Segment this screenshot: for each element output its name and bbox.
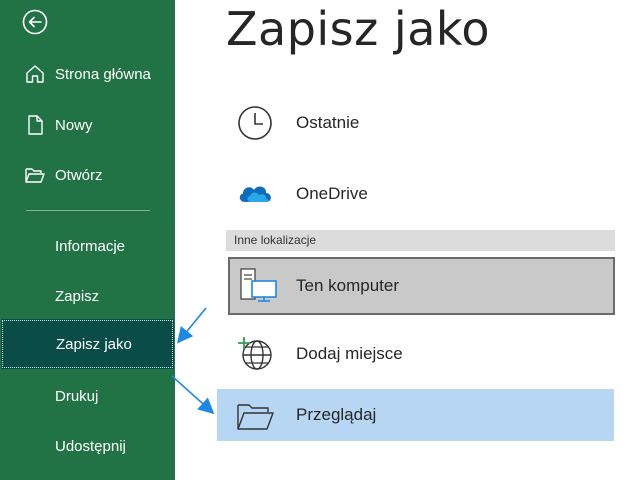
location-recent[interactable]: Ostatnie: [217, 95, 614, 151]
back-arrow-icon[interactable]: [22, 9, 48, 35]
nav-new[interactable]: Nowy: [0, 105, 175, 145]
other-locations-header: Inne lokalizacje: [226, 230, 615, 251]
location-browse[interactable]: Przeglądaj: [217, 389, 614, 441]
nav-save-as[interactable]: Zapisz jako: [1, 319, 174, 369]
nav-share-label: Udostępnij: [55, 437, 126, 455]
nav-share[interactable]: Udostępnij: [0, 426, 175, 466]
backstage-sidebar: Strona główna Nowy Otwórz Informacje Zap…: [0, 0, 175, 480]
page-title: Zapisz jako: [226, 2, 491, 56]
onedrive-cloud-icon: [235, 176, 275, 212]
location-onedrive[interactable]: OneDrive: [217, 166, 614, 222]
nav-save-label: Zapisz: [55, 287, 100, 305]
home-icon: [24, 63, 46, 85]
arrow-to-save-as: [176, 307, 207, 344]
location-onedrive-label: OneDrive: [296, 184, 368, 203]
nav-info-label: Informacje: [55, 237, 126, 255]
clock-icon: [235, 105, 275, 141]
nav-info[interactable]: Informacje: [0, 226, 175, 266]
nav-new-label: Nowy: [55, 116, 93, 134]
arrow-to-browse: [171, 375, 215, 415]
nav-save[interactable]: Zapisz: [0, 276, 175, 316]
computer-icon: [238, 267, 278, 303]
nav-home[interactable]: Strona główna: [0, 54, 175, 94]
add-place-globe-icon: [235, 336, 275, 372]
location-this-pc[interactable]: Ten komputer: [228, 257, 615, 315]
sidebar-divider: [26, 210, 150, 211]
nav-save-as-label: Zapisz jako: [56, 335, 132, 353]
location-this-pc-label: Ten komputer: [296, 276, 399, 295]
nav-home-label: Strona główna: [55, 65, 151, 83]
location-add-place-label: Dodaj miejsce: [296, 344, 403, 363]
location-recent-label: Ostatnie: [296, 113, 360, 132]
open-folder-icon: [24, 164, 46, 186]
nav-print-label: Drukuj: [55, 387, 99, 405]
new-document-icon: [24, 114, 46, 136]
location-add-place[interactable]: Dodaj miejsce: [217, 326, 614, 382]
nav-print[interactable]: Drukuj: [0, 376, 175, 416]
nav-open-label: Otwórz: [55, 166, 103, 184]
nav-open[interactable]: Otwórz: [0, 155, 175, 195]
browse-folder-icon: [235, 399, 275, 435]
location-browse-label: Przeglądaj: [296, 405, 377, 424]
